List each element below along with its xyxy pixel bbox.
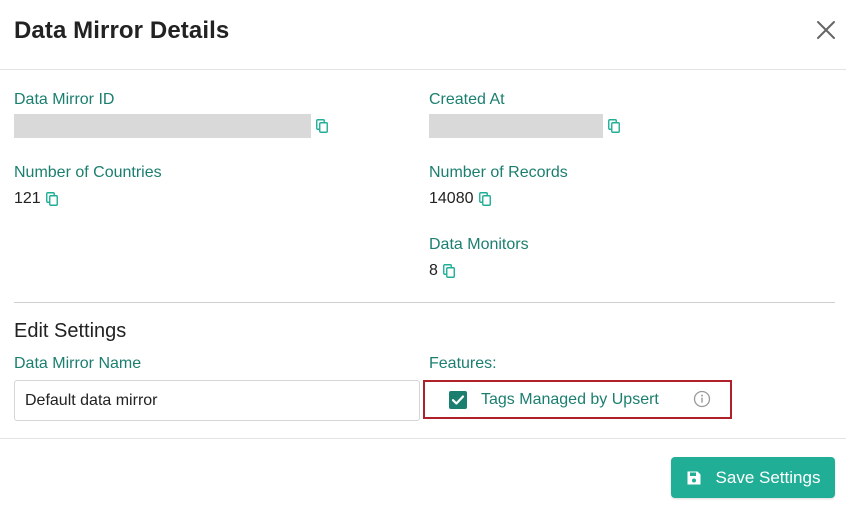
field-number-of-countries: Number of Countries 121: [14, 163, 162, 211]
field-number-of-records: Number of Records 14080: [429, 163, 568, 211]
checkmark-icon: [451, 395, 465, 405]
data-mirror-id-label: Data Mirror ID: [14, 91, 115, 108]
close-button[interactable]: [814, 18, 838, 42]
field-data-mirror-id: Data Mirror ID: [14, 90, 328, 138]
copy-icon[interactable]: [608, 119, 620, 133]
number-of-countries-value: 121: [14, 190, 41, 207]
data-mirror-name-label: Data Mirror Name: [14, 355, 142, 372]
copy-icon[interactable]: [442, 264, 455, 278]
info-icon[interactable]: [693, 390, 711, 408]
features-label: Features:: [429, 355, 497, 372]
tags-managed-checkbox[interactable]: [449, 391, 467, 409]
data-monitors-label: Data Monitors: [429, 236, 529, 253]
data-monitors-value: 8: [429, 262, 438, 279]
data-mirror-id-value: [14, 114, 311, 138]
number-of-records-label: Number of Records: [429, 164, 568, 181]
tags-managed-label[interactable]: Tags Managed by Upsert: [481, 390, 659, 410]
close-icon: [817, 21, 835, 39]
save-settings-label: Save Settings: [715, 467, 821, 487]
created-at-label: Created At: [429, 91, 505, 108]
section-divider: [14, 302, 835, 303]
number-of-countries-label: Number of Countries: [14, 164, 162, 181]
copy-icon[interactable]: [45, 192, 58, 206]
number-of-records-value: 14080: [429, 190, 474, 207]
field-data-monitors: Data Monitors 8: [429, 235, 529, 283]
data-mirror-name-input[interactable]: [14, 380, 420, 421]
dialog-title: Data Mirror Details: [14, 17, 230, 44]
created-at-value: [429, 114, 603, 138]
save-icon: [686, 470, 702, 486]
field-created-at: Created At: [429, 90, 620, 138]
edit-settings-title: Edit Settings: [14, 320, 127, 342]
dialog-header: Data Mirror Details: [0, 0, 846, 70]
copy-icon[interactable]: [316, 119, 328, 133]
footer-divider: [0, 438, 846, 439]
feature-tags-managed-by-upsert: Tags Managed by Upsert: [423, 380, 732, 419]
data-mirror-details-dialog: Data Mirror Details Data Mirror ID Creat…: [0, 0, 846, 509]
save-settings-button[interactable]: Save Settings: [671, 457, 835, 498]
copy-icon[interactable]: [478, 192, 491, 206]
